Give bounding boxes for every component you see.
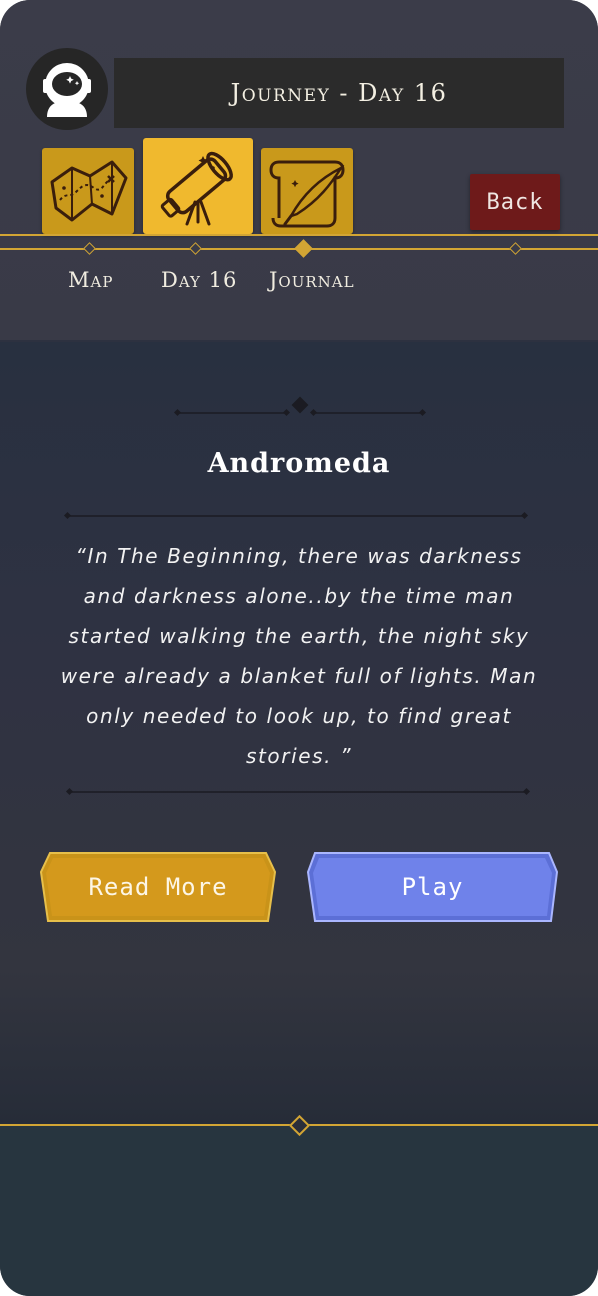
read-more-label: Read More [88, 873, 228, 901]
rail-marker-end [509, 242, 522, 255]
treasure-map-icon [50, 160, 128, 222]
top-navigation: Journey - Day 16 Back Map Day 16 Journal [0, 0, 598, 340]
astronaut-helmet-icon [43, 63, 91, 117]
quote-divider-bottom [65, 787, 531, 796]
quill-scroll-icon [269, 160, 345, 228]
story-title: Andromeda [207, 448, 391, 479]
nav-rail-top [0, 234, 598, 236]
telescope-icon [160, 151, 233, 226]
tab-map[interactable] [42, 148, 134, 234]
back-button[interactable]: Back [470, 174, 560, 230]
footer-panel [0, 1126, 598, 1296]
page-title: Journey - Day 16 [230, 79, 448, 107]
quote-divider-top [63, 511, 529, 520]
tab-journal[interactable] [261, 148, 353, 234]
read-more-button[interactable]: Read More [40, 852, 276, 922]
game-screen: Journey - Day 16 Back Map Day 16 Journal… [0, 0, 598, 1296]
story-quote: “In The Beginning, there was darkness an… [60, 544, 538, 768]
tab-label-day-16[interactable]: Day 16 [161, 268, 237, 292]
title-ornament [173, 396, 427, 417]
tab-label-journal[interactable]: Journal [269, 268, 355, 292]
rail-marker-active [294, 239, 313, 258]
player-avatar[interactable] [26, 48, 108, 130]
journey-title-bar: Journey - Day 16 [114, 58, 564, 128]
play-label: Play [401, 873, 464, 901]
rail-marker-day [189, 242, 202, 255]
rail-marker-map [83, 242, 96, 255]
tab-day-16[interactable] [143, 138, 253, 234]
play-button[interactable]: Play [307, 852, 558, 922]
tab-label-map[interactable]: Map [68, 268, 113, 292]
